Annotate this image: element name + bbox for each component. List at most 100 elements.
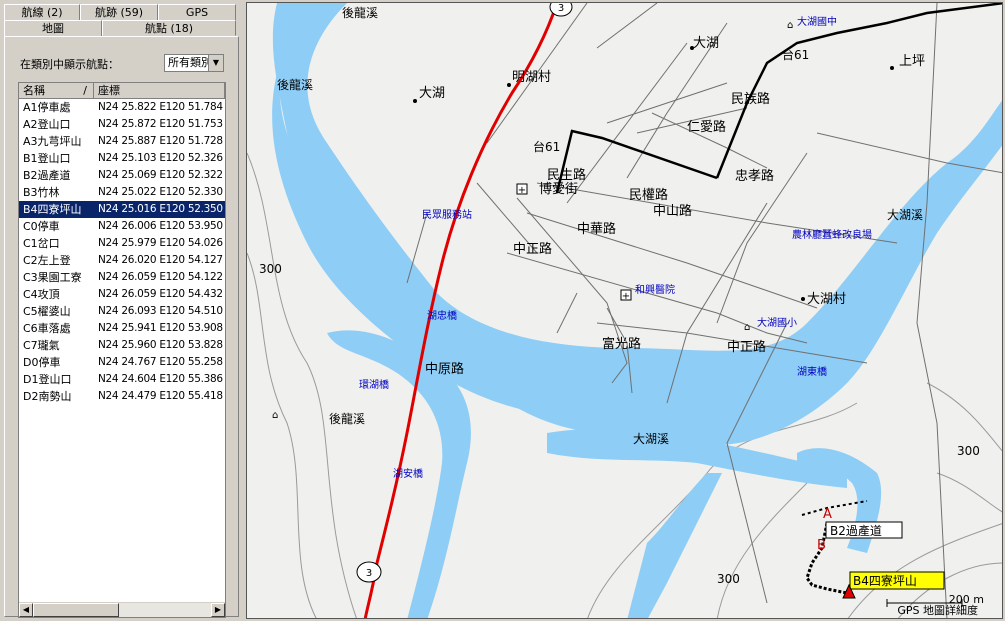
waypoint-name: C3果園工寮 bbox=[23, 271, 82, 284]
label-fuguang-road: 富光路 bbox=[602, 336, 641, 352]
waypoint-coord: N24 26.020 E120 54.127 bbox=[98, 254, 223, 266]
label-boai-street: 博愛街 bbox=[539, 182, 578, 197]
callout-b4: B4四寮坪山 bbox=[849, 571, 945, 590]
contour-300: 300 bbox=[259, 262, 282, 276]
label-dahucun: 大湖村 bbox=[807, 292, 846, 307]
waypoint-row[interactable]: A2登山口 N24 25.872 E120 51.753 bbox=[19, 116, 225, 133]
roads bbox=[406, 3, 1002, 618]
waypoint-name: C5櫂婆山 bbox=[23, 305, 71, 318]
map-detail-label: GPS 地圖詳細度 bbox=[897, 604, 978, 617]
waypoint-row[interactable]: B2過產道 N24 25.069 E120 52.322 bbox=[19, 167, 225, 184]
label-huandong-bridge: 環湖橋 bbox=[359, 378, 389, 391]
waypoint-row[interactable]: B3竹林 N24 25.022 E120 52.330 bbox=[19, 184, 225, 201]
waypoint-row[interactable]: C6車落處 N24 25.941 E120 53.908 bbox=[19, 320, 225, 337]
column-header-coord[interactable]: 座標 bbox=[94, 83, 225, 98]
school-icon: ⌂ bbox=[787, 20, 793, 31]
waypoint-name: B3竹林 bbox=[23, 186, 60, 199]
label-dahu: 大湖 bbox=[693, 36, 719, 51]
callout-b2: B2過產道 bbox=[825, 521, 903, 539]
waypoint-row[interactable]: B4四寮坪山 N24 25.016 E120 52.350 bbox=[19, 201, 225, 218]
tab-tracks[interactable]: 航跡 (59) bbox=[80, 4, 158, 20]
tab-waypoints[interactable]: 航點 (18) bbox=[102, 20, 236, 36]
waypoint-list[interactable]: 名稱 / 座標 A1停車處 N24 25.822 E120 51.784 A2登山口 N… bbox=[18, 82, 226, 618]
waypoint-row[interactable]: D0停車 N24 24.767 E120 55.258 bbox=[19, 354, 225, 371]
tab-gps[interactable]: GPS bbox=[158, 4, 236, 20]
chevron-down-icon[interactable]: ▼ bbox=[208, 55, 223, 71]
label-dahu: 大湖 bbox=[419, 86, 445, 101]
label-zhongyuan-road: 中原路 bbox=[425, 361, 464, 377]
waypoint-b-label: B bbox=[817, 538, 826, 553]
svg-text:+: + bbox=[518, 185, 526, 196]
waypoint-coord: N24 25.069 E120 52.322 bbox=[98, 169, 223, 181]
label-shangping: 上坪 bbox=[899, 54, 925, 69]
waypoint-coord: N24 26.059 E120 54.432 bbox=[98, 288, 223, 300]
waypoint-row[interactable]: D1登山口 N24 24.604 E120 55.386 bbox=[19, 371, 225, 388]
left-panel: 航線 (2) 航跡 (59) GPS 地圖 航點 (18) 在類別中顯示航點： … bbox=[0, 0, 243, 621]
label-dahuxi: 大湖溪 bbox=[633, 431, 669, 446]
waypoint-name: D2南勢山 bbox=[23, 390, 72, 403]
waypoint-coord: N24 25.941 E120 53.908 bbox=[98, 322, 223, 334]
scroll-left-icon[interactable]: ◀ bbox=[19, 603, 33, 617]
hospital-icon: + bbox=[620, 289, 632, 302]
label-dahu-junior-high: 大湖國中 bbox=[797, 15, 837, 28]
sort-indicator: / bbox=[83, 84, 87, 97]
waypoint-coord: N24 24.479 E120 55.418 bbox=[98, 390, 223, 402]
label-minquan-road: 民權路 bbox=[629, 187, 668, 203]
label-huan-bridge: 湖安橋 bbox=[393, 467, 423, 480]
waypoint-row[interactable]: A1停車處 N24 25.822 E120 51.784 bbox=[19, 99, 225, 116]
waypoint-coord: N24 24.604 E120 55.386 bbox=[98, 373, 223, 385]
waypoint-row[interactable]: C3果園工寮 N24 26.059 E120 54.122 bbox=[19, 269, 225, 286]
waypoint-name: A3九芎坪山 bbox=[23, 135, 82, 148]
scroll-right-icon[interactable]: ▶ bbox=[211, 603, 225, 617]
waypoint-row[interactable]: C0停車 N24 26.006 E120 53.950 bbox=[19, 218, 225, 235]
map-view[interactable]: 3 3 後龍溪 後龍溪 後龍溪 大湖 大湖 明湖村 上坪 大湖村 大湖溪 大湖溪… bbox=[246, 2, 1003, 619]
label-zhongshan-road: 中山路 bbox=[653, 203, 692, 219]
waypoint-name: D1登山口 bbox=[23, 373, 72, 386]
list-header: 名稱 / 座標 bbox=[19, 83, 225, 99]
waypoint-coord: N24 26.006 E120 53.950 bbox=[98, 220, 223, 232]
waypoint-row[interactable]: C2左上登 N24 26.020 E120 54.127 bbox=[19, 252, 225, 269]
horizontal-scrollbar[interactable]: ◀ ▶ bbox=[19, 602, 225, 617]
label-service-station: 民眾服務站 bbox=[422, 208, 472, 221]
waypoint-name: A1停車處 bbox=[23, 101, 71, 114]
waypoint-row[interactable]: B1登山口 N24 25.103 E120 52.326 bbox=[19, 150, 225, 167]
scroll-thumb[interactable] bbox=[33, 603, 119, 617]
waypoint-name: B2過產道 bbox=[23, 169, 71, 182]
route-3-shield: 3 bbox=[549, 3, 573, 17]
school-icon: ⌂ bbox=[744, 322, 750, 333]
tab-row-bottom: 地圖 航點 (18) bbox=[4, 20, 236, 36]
svg-text:⌂: ⌂ bbox=[787, 20, 793, 31]
category-select-value: 所有類別 bbox=[168, 56, 212, 69]
label-minghucun: 明湖村 bbox=[512, 70, 551, 85]
label-tai61: 台61 bbox=[782, 47, 809, 62]
waypoint-name: A2登山口 bbox=[23, 118, 71, 131]
label-renai-road: 仁愛路 bbox=[687, 119, 726, 135]
waypoint-coord: N24 25.822 E120 51.784 bbox=[98, 101, 223, 113]
waypoint-row[interactable]: D2南勢山 N24 24.479 E120 55.418 bbox=[19, 388, 225, 405]
highway-61 bbox=[555, 3, 1002, 194]
route-3-label-top: 3 bbox=[558, 3, 564, 14]
category-select[interactable]: 所有類別 ▼ bbox=[164, 54, 224, 72]
waypoint-row[interactable]: C4攻頂 N24 26.059 E120 54.432 bbox=[19, 286, 225, 303]
label-houlongxi: 後龍溪 bbox=[342, 5, 378, 20]
waypoint-coord: N24 25.979 E120 54.026 bbox=[98, 237, 223, 249]
label-houlongxi: 後龍溪 bbox=[277, 77, 313, 92]
tab-routes[interactable]: 航線 (2) bbox=[4, 4, 80, 20]
waypoint-row[interactable]: C5櫂婆山 N24 26.093 E120 54.510 bbox=[19, 303, 225, 320]
waypoint-name: C7瓏氣 bbox=[23, 339, 60, 352]
waypoint-row[interactable]: A3九芎坪山 N24 25.887 E120 51.728 bbox=[19, 133, 225, 150]
waypoint-row[interactable]: C7瓏氣 N24 25.960 E120 53.828 bbox=[19, 337, 225, 354]
label-minsheng-road: 民生路 bbox=[547, 167, 586, 183]
tab-map[interactable]: 地圖 bbox=[4, 20, 102, 36]
waypoint-name: C0停車 bbox=[23, 220, 60, 233]
waypoint-coord: N24 25.960 E120 53.828 bbox=[98, 339, 223, 351]
waypoint-name: C4攻頂 bbox=[23, 288, 60, 301]
waypoint-a-label: A bbox=[823, 507, 832, 522]
map-canvas[interactable]: 3 3 後龍溪 後龍溪 後龍溪 大湖 大湖 明湖村 上坪 大湖村 大湖溪 大湖溪… bbox=[247, 3, 1003, 619]
column-header-name[interactable]: 名稱 / bbox=[19, 83, 94, 98]
contour-300: 300 bbox=[717, 572, 740, 586]
school-icon: ⌂ bbox=[272, 410, 278, 421]
waypoint-row[interactable]: C1岔口 N24 25.979 E120 54.026 bbox=[19, 235, 225, 252]
label-hospital: 和興醫院 bbox=[635, 283, 675, 296]
waypoint-name: C2左上登 bbox=[23, 254, 71, 267]
